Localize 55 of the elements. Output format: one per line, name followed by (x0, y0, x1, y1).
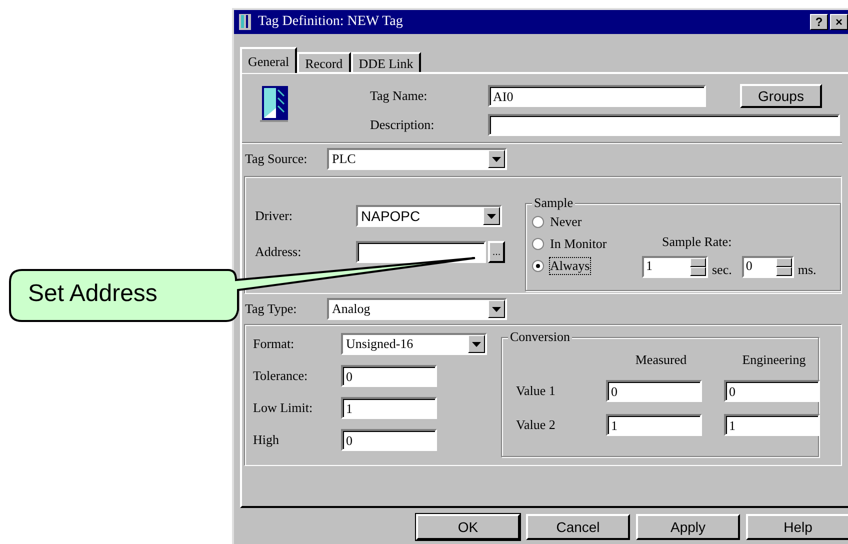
field-label: Value 1 (516, 383, 556, 399)
field-label: Low Limit: (253, 400, 314, 416)
close-button[interactable]: × (830, 14, 848, 30)
dialog-button[interactable]: Help (746, 514, 848, 540)
callout-text: Set Address (28, 280, 158, 308)
spin-field[interactable]: 0 (742, 256, 794, 278)
groups-button[interactable]: Groups (740, 84, 822, 108)
dropdown[interactable]: NAPOPC (356, 205, 502, 227)
field-label: High (253, 432, 280, 448)
dropdown[interactable]: PLC (327, 148, 507, 170)
unit-label: ms. (798, 262, 816, 278)
field-label: Value 2 (516, 417, 556, 433)
tab[interactable]: DDE Link (350, 52, 422, 72)
dialog-button[interactable]: Cancel (526, 514, 630, 540)
option-label[interactable]: Always (550, 258, 590, 274)
input-field[interactable]: 0 (341, 429, 437, 451)
dropdown[interactable]: Analog (327, 298, 507, 320)
field-label: Description: (370, 117, 436, 133)
field-label: Tag Name: (370, 88, 428, 104)
input-field[interactable] (356, 241, 486, 263)
help-button[interactable]: ? (810, 14, 828, 30)
field-label: Tolerance: (253, 368, 309, 384)
window-title: Tag Definition: NEW Tag (258, 14, 404, 30)
input-field[interactable]: 0 (606, 380, 702, 402)
option-label[interactable]: Never (550, 214, 582, 230)
input-field[interactable]: 0 (724, 380, 820, 402)
field-label: Sample Rate: (662, 234, 732, 250)
field-label: Format: (253, 336, 296, 352)
spin-field[interactable]: 1 (642, 256, 708, 278)
field-label: Tag Type: (245, 301, 298, 317)
dialog-button[interactable]: Apply (636, 514, 740, 540)
radio-button[interactable] (532, 216, 544, 228)
radio-button[interactable] (532, 238, 544, 250)
option-label[interactable]: In Monitor (550, 236, 607, 252)
app-icon (238, 14, 252, 30)
dialog-button[interactable]: OK (416, 514, 520, 540)
column-header: Measured (635, 352, 687, 368)
input-field[interactable]: 1 (341, 397, 437, 419)
input-field[interactable]: AI0 (488, 85, 706, 107)
group-title: Sample (532, 195, 575, 211)
column-header: Engineering (742, 352, 806, 368)
input-field[interactable]: 1 (724, 414, 820, 436)
tab[interactable]: General (240, 47, 298, 73)
field-label: Driver: (255, 208, 294, 224)
field-label: Address: (255, 244, 302, 260)
tag-icon (258, 84, 290, 124)
dropdown[interactable]: Unsigned-16 (341, 333, 487, 355)
input-field[interactable] (488, 114, 840, 136)
radio-button[interactable] (532, 260, 544, 272)
browse-button[interactable]: ... (488, 241, 505, 263)
input-field[interactable]: 1 (606, 414, 702, 436)
unit-label: sec. (712, 262, 732, 278)
field-label: Tag Source: (245, 151, 308, 167)
tab[interactable]: Record (297, 52, 351, 72)
input-field[interactable]: 0 (341, 365, 437, 387)
